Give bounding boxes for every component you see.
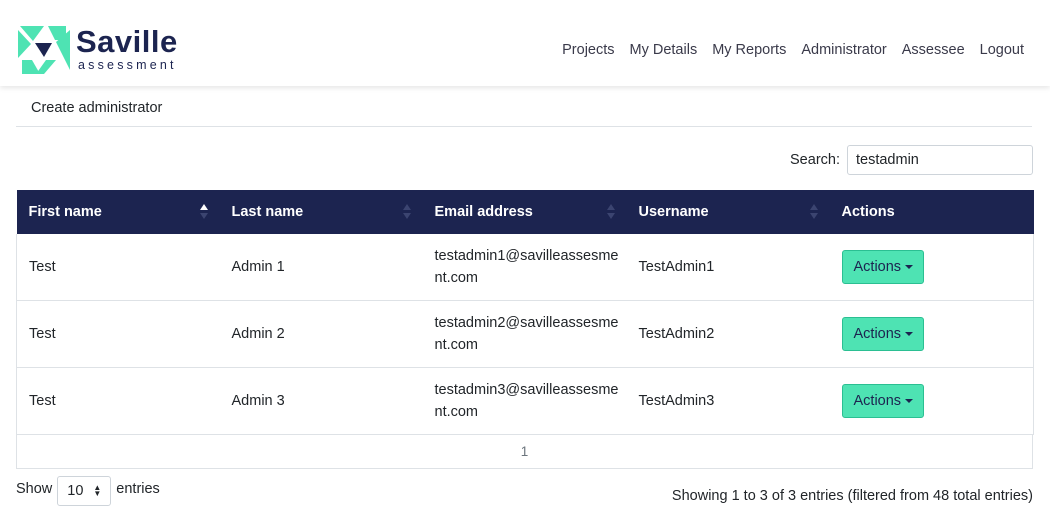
table-info: Showing 1 to 3 of 3 entries (filtered fr… (671, 488, 1033, 504)
page-button-1[interactable]: 1 (521, 444, 529, 459)
cell-email: testadmin1@savilleassesme nt.com (422, 234, 627, 301)
cell-first-name: Test (16, 367, 220, 435)
sub-navigation: Create administrator (16, 87, 1032, 127)
cell-email: testadmin3@savilleassesme nt.com (422, 367, 627, 435)
column-header-label: Email address (434, 204, 533, 220)
sort-both-icon (402, 204, 411, 220)
search-label: Search: (790, 152, 840, 168)
page-size-select[interactable]: 10 ▲ ▼ (57, 476, 112, 506)
cell-first-name: Test (16, 234, 220, 301)
cell-actions: Actions (829, 367, 1034, 435)
select-arrows-icon: ▲ ▼ (93, 483, 102, 498)
table-header-row: First name Last name Email address Usern… (16, 190, 1034, 234)
column-header-email[interactable]: Email address (422, 190, 627, 234)
nav-projects[interactable]: Projects (562, 42, 614, 58)
cell-last-name: Admin 1 (219, 234, 423, 301)
cell-last-name: Admin 2 (219, 300, 423, 368)
pagination: 1 (16, 435, 1033, 469)
logo-mark-icon (18, 26, 70, 74)
email-line: nt.com (434, 404, 479, 420)
email-line: testadmin2@savilleassesme (434, 315, 619, 331)
cell-actions: Actions (829, 234, 1034, 301)
email-line: testadmin3@savilleassesme (434, 382, 619, 398)
column-header-first-name[interactable]: First name (16, 190, 220, 234)
actions-label: Actions (853, 393, 902, 409)
page-size-value: 10 (67, 483, 84, 499)
caret-down-icon (905, 332, 914, 337)
email-line: nt.com (434, 337, 479, 353)
main-nav: Projects My Details My Reports Administr… (547, 42, 1024, 58)
page-size-control: Show 10 ▲ ▼ entries (16, 472, 160, 506)
saville-logo[interactable]: Saville assessment (18, 24, 198, 76)
table-row: Test Admin 2 testadmin2@savilleassesme n… (16, 300, 1034, 368)
cell-username: TestAdmin2 (626, 300, 830, 368)
sort-both-icon (809, 204, 818, 220)
table-row: Test Admin 3 testadmin3@savilleassesme n… (16, 367, 1034, 435)
nav-my-reports[interactable]: My Reports (712, 42, 786, 58)
email-line: testadmin1@savilleassesme (434, 248, 619, 264)
email-line: nt.com (434, 270, 479, 286)
cell-last-name: Admin 3 (219, 367, 423, 435)
column-header-label: Last name (231, 204, 304, 220)
table-search: Search: (790, 145, 1033, 175)
column-header-actions: Actions (829, 190, 1034, 234)
search-input[interactable] (847, 145, 1033, 175)
cell-email: testadmin2@savilleassesme nt.com (422, 300, 627, 368)
brand-name: Saville (76, 24, 178, 59)
cell-username: TestAdmin3 (626, 367, 830, 435)
caret-down-icon (905, 399, 914, 404)
nav-administrator[interactable]: Administrator (801, 42, 886, 58)
nav-my-details[interactable]: My Details (630, 42, 698, 58)
cell-actions: Actions (829, 300, 1034, 368)
actions-dropdown-button[interactable]: Actions (841, 317, 925, 351)
administrators-table: First name Last name Email address Usern… (16, 190, 1034, 435)
column-header-last-name[interactable]: Last name (219, 190, 423, 234)
column-header-label: Username (638, 204, 709, 220)
brand-subtitle: assessment (78, 58, 177, 72)
entries-label: entries (116, 481, 160, 497)
actions-dropdown-button[interactable]: Actions (841, 250, 925, 284)
cell-username: TestAdmin1 (626, 234, 830, 301)
top-header: Saville assessment Projects My Details M… (0, 0, 1050, 86)
actions-label: Actions (853, 259, 902, 275)
nav-logout[interactable]: Logout (980, 42, 1024, 58)
table-row: Test Admin 1 testadmin1@savilleassesme n… (16, 234, 1034, 301)
sort-both-icon (606, 204, 615, 220)
show-label: Show (16, 481, 53, 497)
column-header-username[interactable]: Username (626, 190, 830, 234)
cell-first-name: Test (16, 300, 220, 368)
sort-asc-icon (199, 204, 208, 220)
column-header-label: Actions (841, 204, 895, 220)
column-header-label: First name (28, 204, 102, 220)
caret-down-icon (905, 265, 914, 270)
nav-assessee[interactable]: Assessee (902, 42, 965, 58)
actions-dropdown-button[interactable]: Actions (841, 384, 925, 418)
create-administrator-link[interactable]: Create administrator (31, 100, 162, 116)
actions-label: Actions (853, 326, 902, 342)
